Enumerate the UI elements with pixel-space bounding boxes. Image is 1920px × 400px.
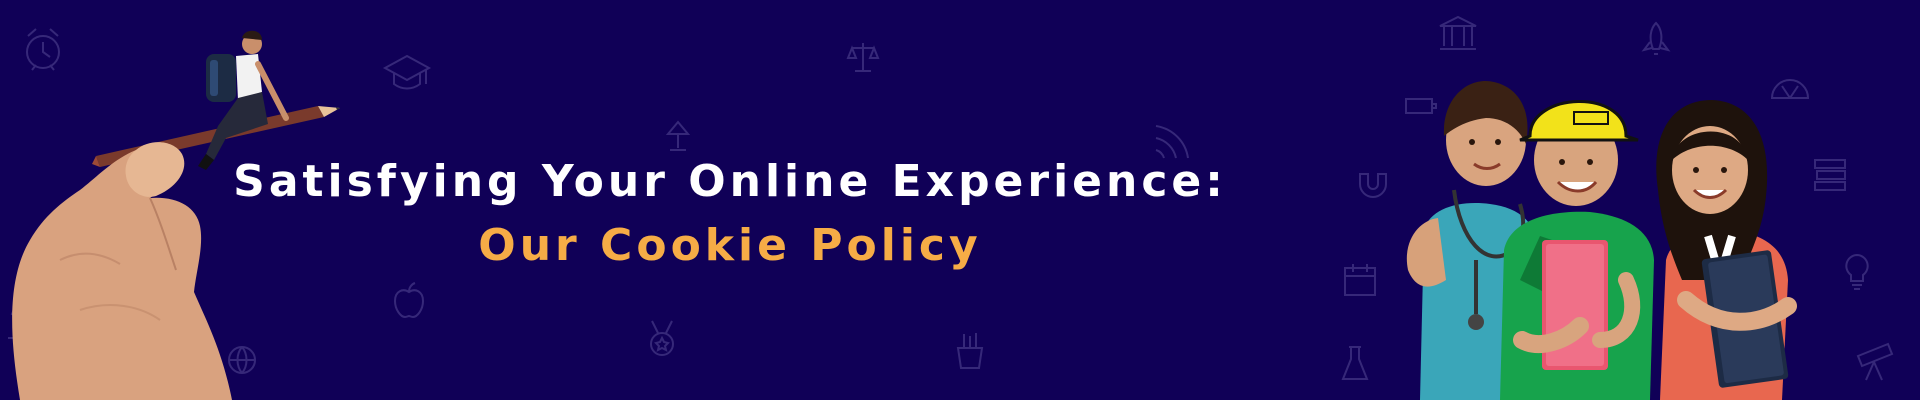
flask-icon (1340, 344, 1370, 384)
scales-icon (846, 40, 880, 74)
cookie-policy-hero-banner: Satisfying Your Online Experience: Our C… (0, 0, 1920, 400)
medal-icon (644, 318, 680, 358)
heading-line-highlight: Our Cookie Policy (478, 220, 982, 271)
children-with-books-illustration (1406, 80, 1797, 400)
graduation-cap-icon (382, 52, 432, 92)
apple-icon (392, 280, 426, 320)
magnet-icon (1356, 170, 1390, 200)
banner-heading: Satisfying Your Online Experience: Our C… (180, 150, 1280, 278)
calendar-icon (1342, 262, 1378, 298)
child-with-notebook-image (1656, 100, 1797, 400)
heading-line-main: Satisfying Your Online Experience: (233, 156, 1227, 207)
pencil-cup-icon (952, 330, 988, 370)
lamp-icon (662, 118, 694, 154)
